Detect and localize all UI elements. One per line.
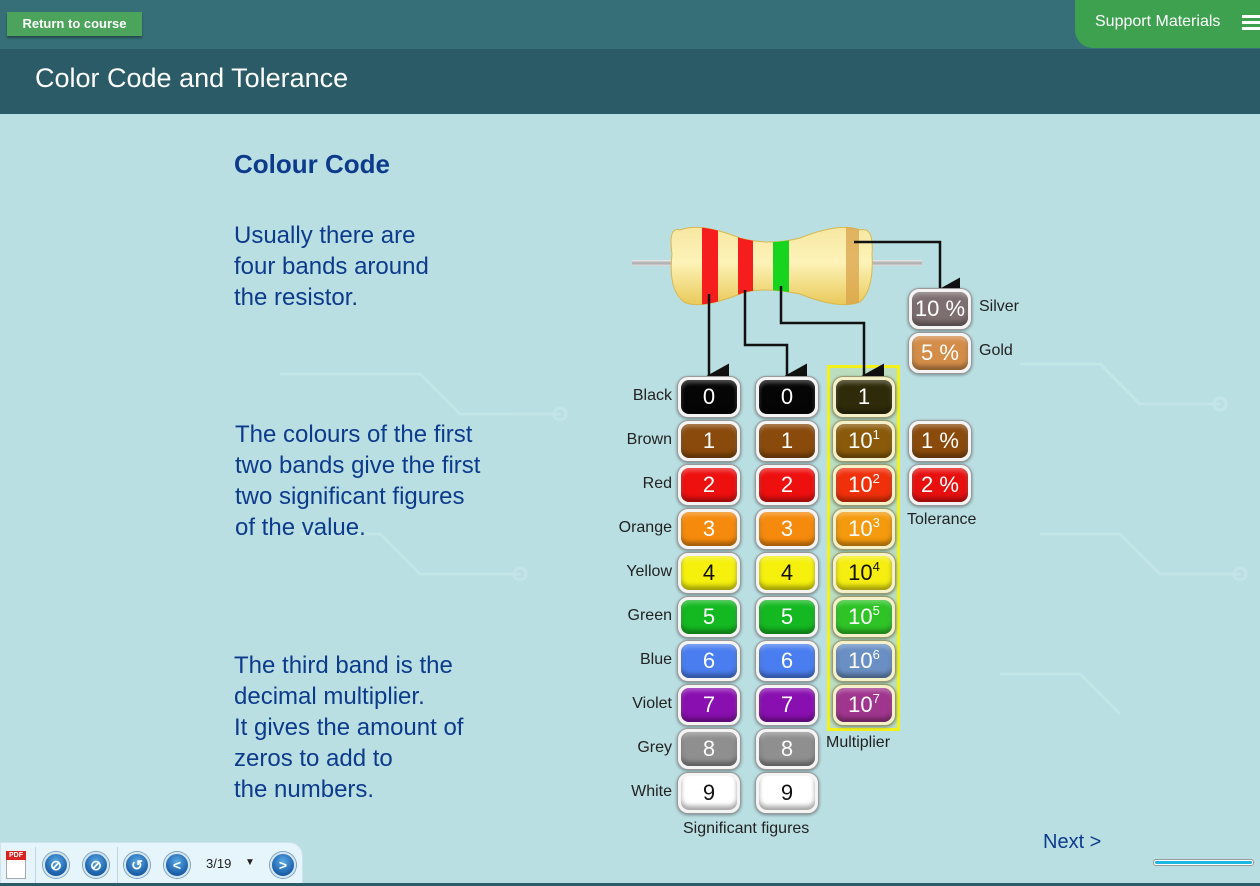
digit1-chip-yellow: 4 bbox=[677, 552, 741, 594]
color-label-yellow: Yellow bbox=[626, 563, 672, 580]
band-4 bbox=[846, 227, 859, 305]
multiplier-chip-blue: 10 6 bbox=[832, 640, 896, 682]
digit2-chip-yellow: 4 bbox=[755, 552, 819, 594]
return-to-course-button[interactable]: Return to course bbox=[7, 12, 142, 36]
color-code-diagram: Black 0 0 1 Brown 1 1 10 1 Red 2 2 10 2 Orange 3 3 10 3 Yel… bbox=[0, 114, 1260, 886]
next-slide-icon[interactable]: > bbox=[270, 852, 296, 878]
digit2-chip-white: 9 bbox=[755, 772, 819, 814]
digit1-chip-violet: 7 bbox=[677, 684, 741, 726]
multiplier-chip-black: 1 bbox=[832, 376, 896, 418]
tolerance-name-silver: Silver bbox=[979, 298, 1020, 315]
digit2-chip-green: 5 bbox=[755, 596, 819, 638]
hamburger-icon[interactable] bbox=[1242, 15, 1260, 31]
digit1-chip-orange: 3 bbox=[677, 508, 741, 550]
digit2-chip-black: 0 bbox=[755, 376, 819, 418]
digit1-chip-black: 0 bbox=[677, 376, 741, 418]
multiplier-label: Multiplier bbox=[826, 734, 891, 751]
color-label-grey: Grey bbox=[637, 739, 672, 756]
previous-slide-icon[interactable]: < bbox=[164, 852, 190, 878]
digit1-chip-white: 9 bbox=[677, 772, 741, 814]
player-toolbar: PDF ⊘ ⊘ ↺ < 3/19 ▼ > bbox=[0, 842, 303, 884]
color-label-blue: Blue bbox=[639, 651, 672, 668]
multiplier-chip-brown: 10 1 bbox=[832, 420, 896, 462]
digit2-chip-red: 2 bbox=[755, 464, 819, 506]
color-label-brown: Brown bbox=[626, 431, 672, 448]
progress-fill bbox=[1155, 861, 1252, 864]
toolbar-divider bbox=[117, 847, 118, 883]
digit1-chip-red: 2 bbox=[677, 464, 741, 506]
multiplier-chip-green: 10 5 bbox=[832, 596, 896, 638]
tolerance-chip-silver: 10 % bbox=[908, 288, 972, 330]
digit2-chip-orange: 3 bbox=[755, 508, 819, 550]
pdf-icon[interactable]: PDF bbox=[6, 851, 26, 879]
resistor-body bbox=[670, 226, 873, 306]
tolerance-chip-1: 1 % bbox=[908, 420, 972, 462]
top-bar: Return to course Support Materials bbox=[0, 0, 1260, 49]
support-materials-button[interactable]: Support Materials bbox=[1075, 0, 1260, 48]
slide-content: Colour Code Usually there are four bands… bbox=[0, 114, 1260, 886]
color-label-red: Red bbox=[642, 475, 672, 492]
digit1-chip-grey: 8 bbox=[677, 728, 741, 770]
page-title: Color Code and Tolerance bbox=[35, 63, 349, 93]
tolerance-chip-2: 2 % bbox=[908, 464, 972, 506]
digit1-chip-blue: 6 bbox=[677, 640, 741, 682]
next-link[interactable]: Next > bbox=[1043, 831, 1101, 854]
page-indicator: 3/19 bbox=[206, 856, 232, 871]
page-dropdown-icon[interactable]: ▼ bbox=[245, 857, 255, 868]
support-materials-label: Support Materials bbox=[1095, 13, 1221, 30]
tolerance-name-gold: Gold bbox=[979, 342, 1013, 359]
digit2-chip-violet: 7 bbox=[755, 684, 819, 726]
color-label-green: Green bbox=[627, 607, 672, 624]
autoplay-off-icon[interactable]: ⊘ bbox=[43, 852, 69, 878]
color-label-white: White bbox=[631, 783, 672, 800]
digit2-chip-grey: 8 bbox=[755, 728, 819, 770]
mute-icon[interactable]: ⊘ bbox=[83, 852, 109, 878]
digit2-chip-brown: 1 bbox=[755, 420, 819, 462]
multiplier-chip-orange: 10 3 bbox=[832, 508, 896, 550]
significant-figures-label: Significant figures bbox=[683, 820, 810, 837]
tolerance-chip-gold: 5 % bbox=[908, 332, 972, 374]
color-label-violet: Violet bbox=[632, 695, 672, 712]
digit1-chip-green: 5 bbox=[677, 596, 741, 638]
multiplier-chip-violet: 10 7 bbox=[832, 684, 896, 726]
multiplier-chip-red: 10 2 bbox=[832, 464, 896, 506]
resistor-diagram bbox=[632, 226, 960, 389]
color-label-black: Black bbox=[632, 387, 672, 404]
tolerance-label: Tolerance bbox=[907, 511, 977, 528]
pdf-tag: PDF bbox=[6, 851, 26, 860]
replay-icon[interactable]: ↺ bbox=[124, 852, 150, 878]
toolbar-divider bbox=[35, 847, 36, 883]
slide-progress-bar bbox=[1153, 859, 1254, 866]
title-bar: Color Code and Tolerance bbox=[0, 49, 1260, 114]
digit2-chip-blue: 6 bbox=[755, 640, 819, 682]
color-label-orange: Orange bbox=[618, 519, 672, 536]
digit1-chip-brown: 1 bbox=[677, 420, 741, 462]
multiplier-chip-yellow: 10 4 bbox=[832, 552, 896, 594]
